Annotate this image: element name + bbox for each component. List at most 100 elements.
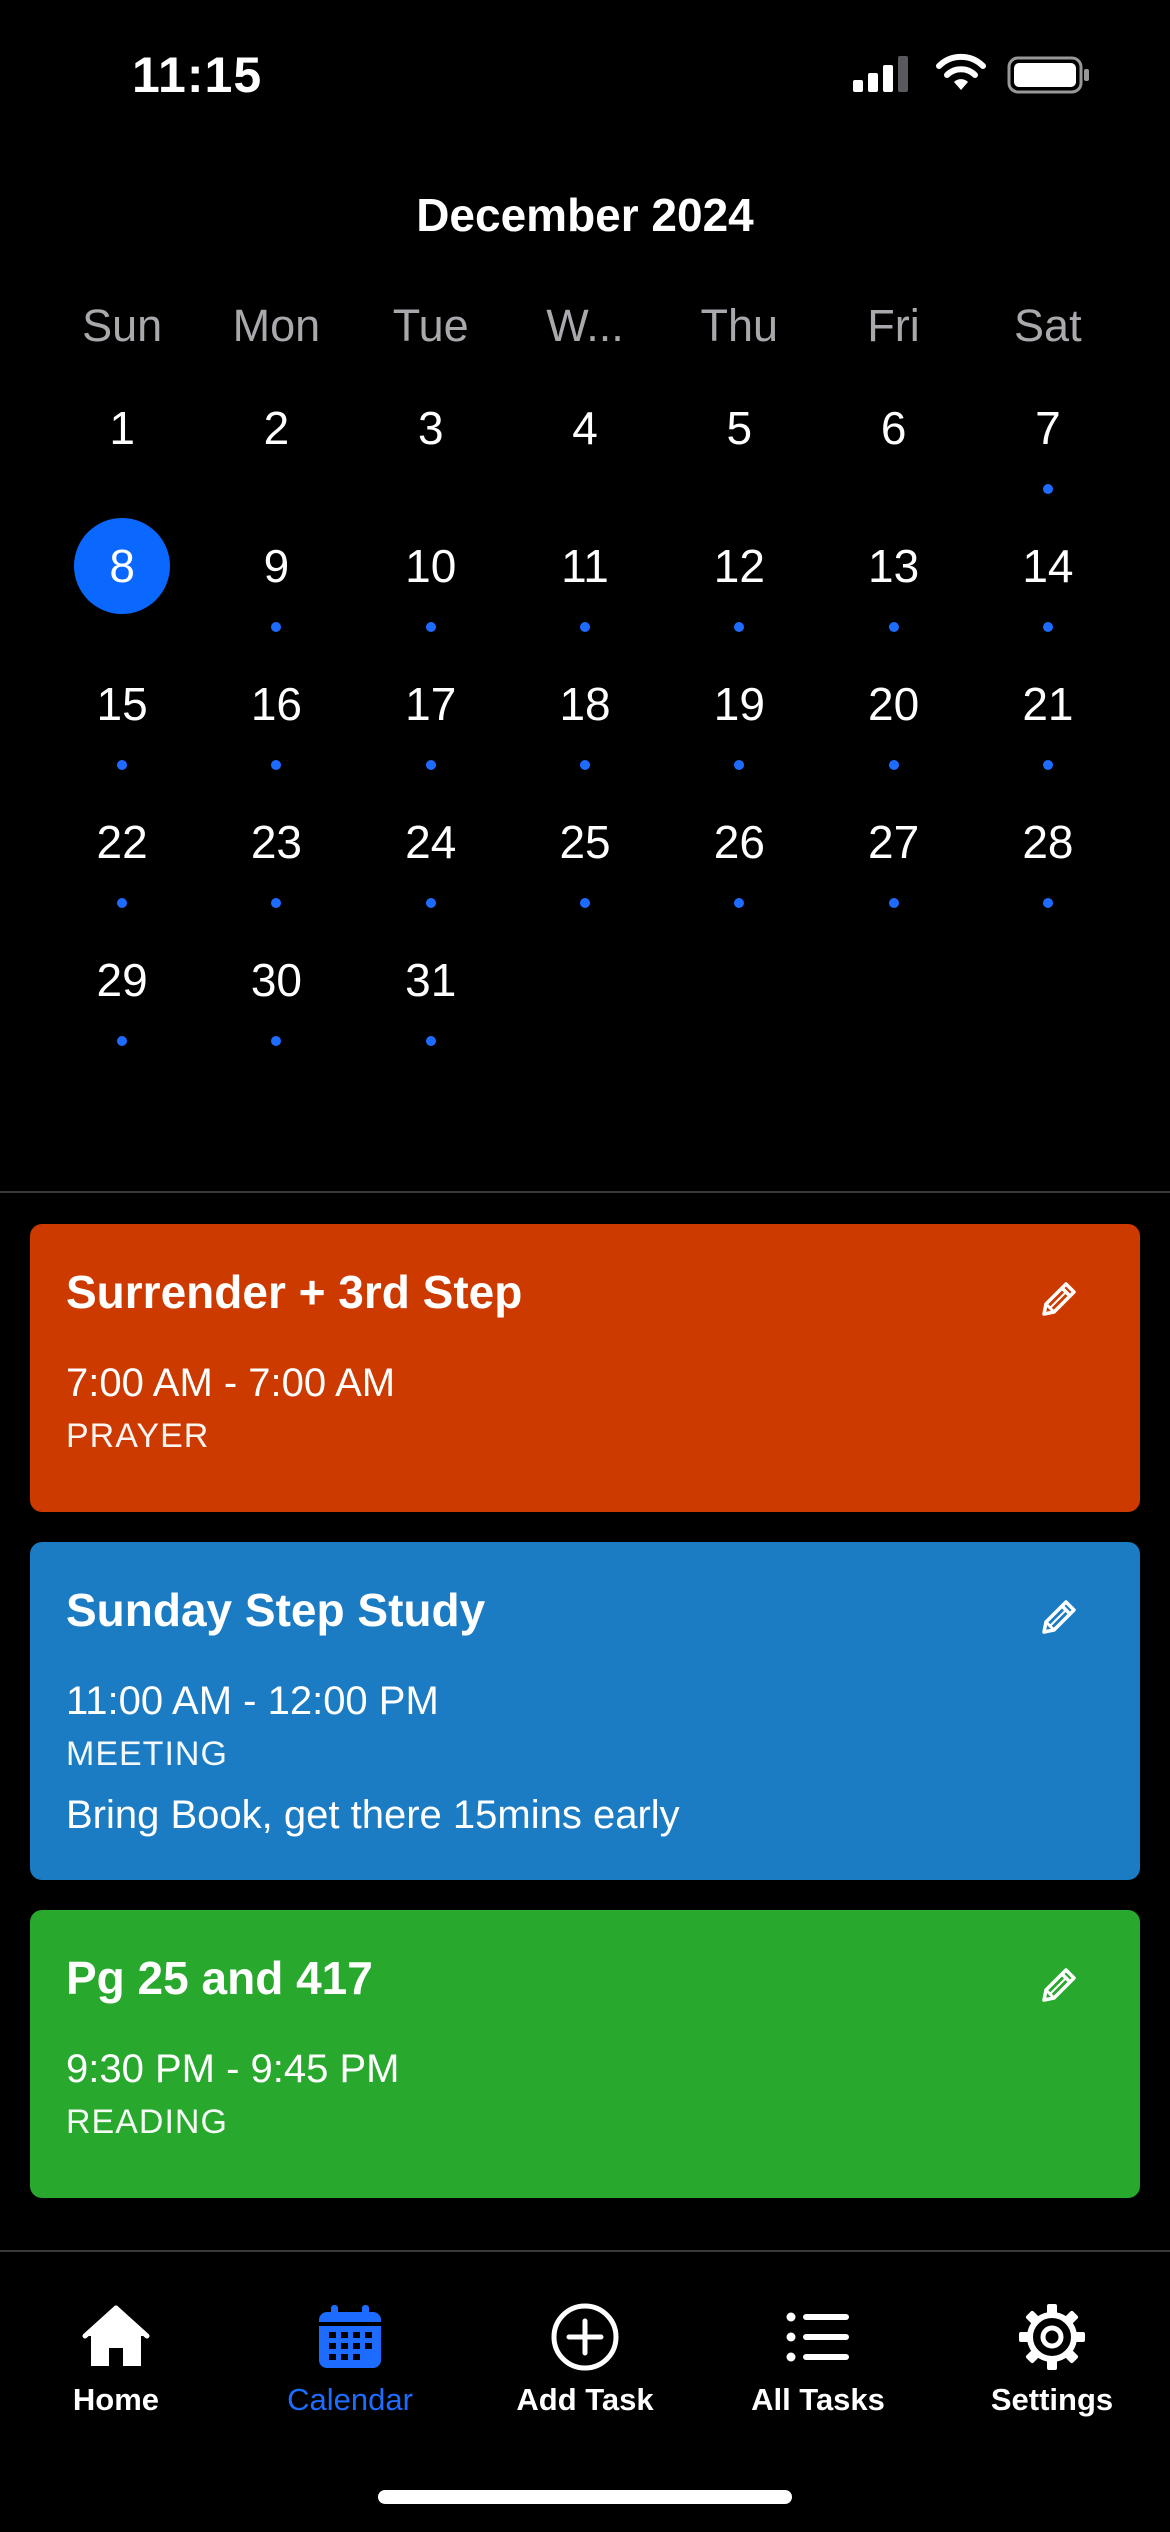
calendar-day[interactable]: 19 <box>662 658 816 796</box>
calendar-day[interactable]: 12 <box>662 520 816 658</box>
day-number: 22 <box>96 816 148 868</box>
calendar-day[interactable]: 27 <box>816 796 970 934</box>
day-number: 13 <box>868 540 920 592</box>
event-title: Pg 25 and 417 <box>66 1952 373 2004</box>
pencil-icon <box>1042 1600 1076 1634</box>
day-number: 12 <box>713 540 765 592</box>
cellular-signal-icon <box>853 56 908 92</box>
day-number: 8 <box>74 518 171 614</box>
calendar-day[interactable]: 3 <box>354 382 508 520</box>
calendar-day[interactable]: 13 <box>816 520 970 658</box>
day-number: 21 <box>1022 678 1074 730</box>
battery-icon <box>1007 56 1089 94</box>
home-indicator[interactable] <box>378 2490 792 2504</box>
edit-button[interactable] <box>1036 1962 1082 2008</box>
calendar-day[interactable]: 31 <box>354 934 508 1072</box>
calendar-day[interactable]: 17 <box>354 658 508 796</box>
calendar-day[interactable]: 16 <box>199 658 353 796</box>
calendar-day[interactable]: 29 <box>45 934 199 1072</box>
calendar-day[interactable]: 23 <box>199 796 353 934</box>
plus-circle-icon <box>551 2303 619 2371</box>
day-number: 30 <box>250 954 303 1006</box>
calendar-day[interactable]: 7 <box>971 382 1125 520</box>
event-indicator-dot <box>734 898 745 908</box>
day-number: 2 <box>263 402 290 454</box>
day-number: 14 <box>1022 540 1074 592</box>
edit-button[interactable] <box>1036 1594 1082 1640</box>
day-number: 20 <box>868 678 920 730</box>
event-indicator-dot <box>117 898 128 908</box>
event-category: MEETING <box>66 1735 228 1773</box>
calendar-day[interactable]: 11 <box>508 520 662 658</box>
pencil-icon <box>1042 1282 1076 1316</box>
event-indicator-dot <box>1042 760 1053 770</box>
tab-add-task[interactable]: Add Task <box>485 2302 685 2418</box>
day-number: 27 <box>868 816 920 868</box>
event-indicator-dot <box>888 760 899 770</box>
calendar-day[interactable]: 14 <box>971 520 1125 658</box>
event-time: 9:30 PM - 9:45 PM <box>66 2047 400 2091</box>
event-indicator-dot <box>117 1036 128 1046</box>
calendar-day[interactable]: 15 <box>45 658 199 796</box>
day-number: 5 <box>726 402 753 454</box>
pencil-icon <box>1042 1968 1076 2002</box>
tab-label: Add Task <box>516 2382 654 2417</box>
status-bar: 11:15 <box>0 0 1170 150</box>
calendar-day[interactable]: 18 <box>508 658 662 796</box>
day-number: 7 <box>1035 402 1061 454</box>
event-indicator-dot <box>117 760 128 770</box>
calendar-day[interactable]: 10 <box>354 520 508 658</box>
tab-label: Settings <box>990 2382 1114 2417</box>
calendar-day[interactable]: 22 <box>45 796 199 934</box>
day-number: 3 <box>417 402 444 454</box>
calendar-day[interactable]: 5 <box>662 382 816 520</box>
list-icon <box>786 2312 849 2362</box>
calendar-day[interactable]: 24 <box>354 796 508 934</box>
calendar-day[interactable]: 4 <box>508 382 662 520</box>
calendar-day[interactable]: 6 <box>816 382 970 520</box>
event-card[interactable]: Sunday Step Study 11:00 AM - 12:00 PM MEET… <box>30 1542 1140 1880</box>
event-indicator-dot <box>425 760 436 770</box>
day-number: 15 <box>96 678 148 730</box>
event-indicator-dot <box>425 1036 436 1046</box>
calendar-day[interactable]: 26 <box>662 796 816 934</box>
calendar-day-selected[interactable]: 8 <box>45 518 199 658</box>
tab-all-tasks[interactable]: All Tasks <box>718 2302 918 2418</box>
weekday-label: Tue <box>392 300 469 351</box>
day-number: 24 <box>405 816 457 868</box>
day-number: 19 <box>713 678 765 730</box>
event-indicator-dot <box>1042 484 1053 494</box>
day-number: 26 <box>713 816 765 868</box>
house-icon <box>82 2305 150 2366</box>
calendar-day[interactable]: 1 <box>45 382 199 520</box>
calendar-day[interactable]: 21 <box>971 658 1125 796</box>
wifi-icon <box>936 53 986 90</box>
event-card[interactable]: Surrender + 3rd Step 7:00 AM - 7:00 AM PRA… <box>30 1224 1140 1512</box>
day-number: 11 <box>561 540 609 592</box>
tab-label: Home <box>72 2382 160 2417</box>
event-title: Surrender + 3rd Step <box>66 1266 523 1318</box>
calendar-day[interactable]: 25 <box>508 796 662 934</box>
event-indicator-dot <box>888 622 899 632</box>
weekday-label: Fri <box>867 300 920 351</box>
day-number: 18 <box>559 678 611 730</box>
calendar-day[interactable]: 9 <box>199 520 353 658</box>
calendar-day[interactable]: 30 <box>199 934 353 1072</box>
event-indicator-dot <box>271 1036 282 1046</box>
calendar-day[interactable]: 28 <box>971 796 1125 934</box>
event-indicator-dot <box>888 898 899 908</box>
event-indicator-dot <box>580 622 591 632</box>
calendar-day[interactable]: 20 <box>816 658 970 796</box>
event-indicator-dot <box>271 898 282 908</box>
tab-settings[interactable]: Settings <box>952 2302 1152 2418</box>
event-indicator-dot <box>425 898 436 908</box>
weekday-header: Sun Mon Tue W... Thu Fri Sat <box>45 300 1125 352</box>
tab-calendar[interactable]: Calendar <box>250 2302 450 2418</box>
day-number: 25 <box>559 816 611 868</box>
day-number: 1 <box>109 402 135 454</box>
day-number: 4 <box>572 402 598 454</box>
event-card[interactable]: Pg 25 and 417 9:30 PM - 9:45 PM READING <box>30 1910 1140 2198</box>
calendar-day[interactable]: 2 <box>199 382 353 520</box>
edit-button[interactable] <box>1036 1276 1082 1322</box>
tab-home[interactable]: Home <box>16 2302 216 2418</box>
